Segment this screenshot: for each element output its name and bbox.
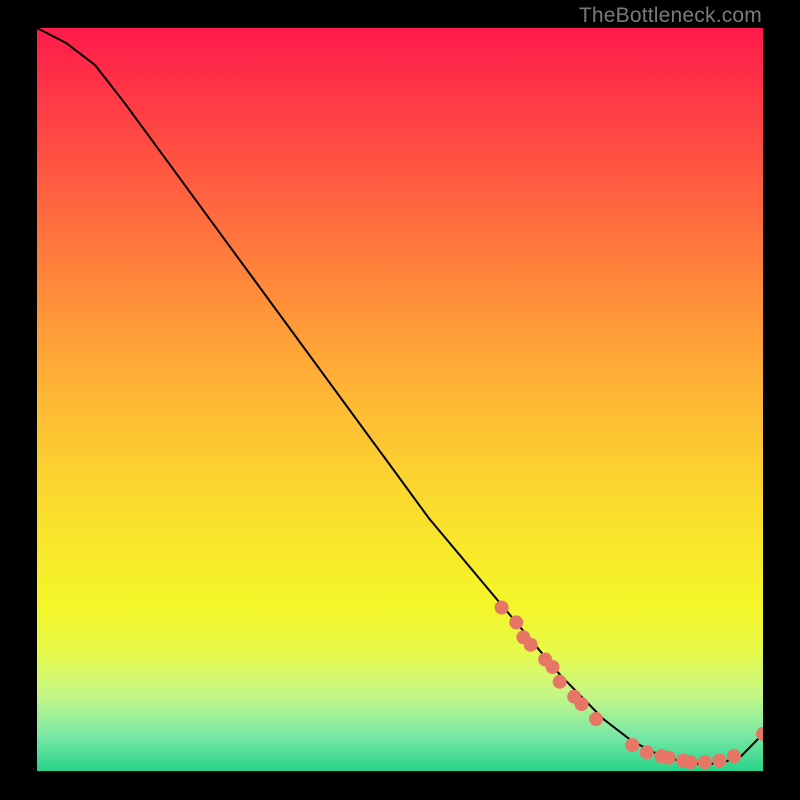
data-marker [756, 727, 763, 741]
data-markers [495, 601, 763, 770]
data-marker [698, 755, 712, 769]
data-marker [654, 749, 668, 763]
data-marker [546, 660, 560, 674]
data-marker [676, 754, 690, 768]
data-marker [495, 601, 509, 615]
data-marker [683, 755, 697, 769]
data-marker [575, 697, 589, 711]
chart-svg [37, 28, 763, 771]
data-marker [727, 749, 741, 763]
data-marker [509, 615, 523, 629]
data-marker [516, 630, 530, 644]
data-marker [538, 653, 552, 667]
data-marker [712, 754, 726, 768]
data-marker [640, 745, 654, 759]
data-marker [524, 638, 538, 652]
plot-area [37, 28, 763, 771]
data-marker [662, 751, 676, 765]
bottleneck-curve [37, 28, 763, 764]
chart-container: TheBottleneck.com [0, 0, 800, 800]
data-marker [553, 675, 567, 689]
data-marker [589, 712, 603, 726]
data-marker [625, 738, 639, 752]
data-marker [567, 690, 581, 704]
attribution-text: TheBottleneck.com [579, 4, 762, 28]
